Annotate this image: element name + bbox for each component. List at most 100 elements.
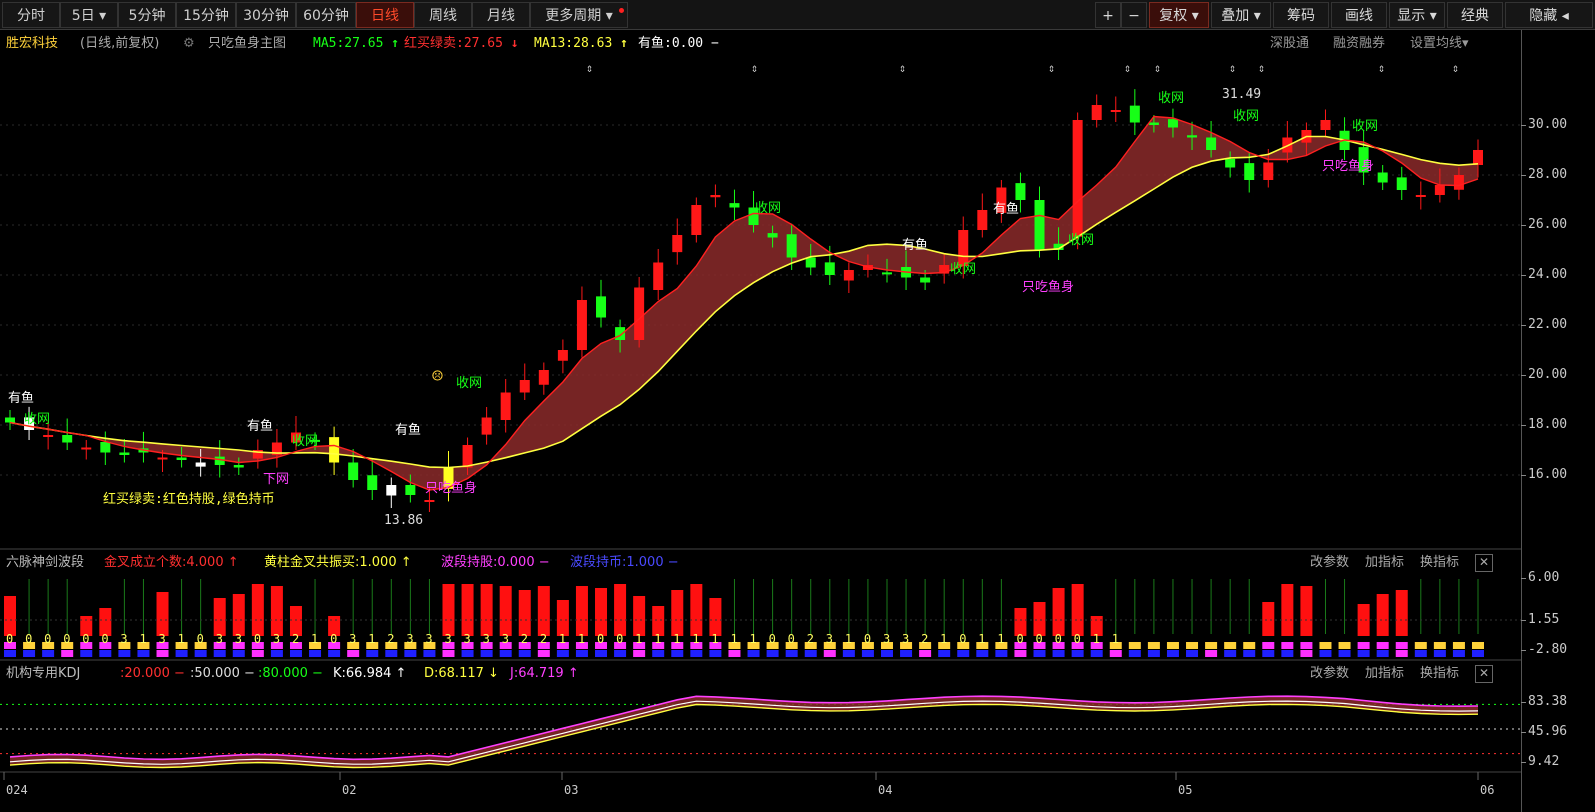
sub1-digit: 3 (159, 632, 166, 646)
candle-body (43, 435, 54, 437)
candle-body (1072, 120, 1083, 237)
sub1-bar (1357, 604, 1370, 636)
ma-band (10, 116, 1478, 490)
candle-body (1148, 122, 1159, 125)
sub1-base (232, 650, 245, 657)
candle-body (1377, 172, 1388, 183)
candle-body (405, 485, 416, 495)
sub1-add-indicator[interactable]: 加指标 (1365, 551, 1404, 575)
label-shouwang: 收网 (950, 262, 976, 277)
time-label: 05 (1178, 783, 1192, 797)
sub1-base (1262, 650, 1275, 657)
sub1-base (385, 650, 398, 657)
sub2-info: 机构专用KDJ :20.000 − :50.000 − :80.000 − K:… (0, 662, 1520, 686)
sub2-add-indicator[interactable]: 加指标 (1365, 662, 1404, 686)
label-shouwang: 收网 (755, 201, 781, 216)
sub1-switch-indicator[interactable]: 换指标 (1420, 551, 1459, 575)
candle-body (462, 445, 473, 468)
time-label: 04 (878, 783, 892, 797)
candle-body (920, 277, 931, 283)
chart-area[interactable]: 有鱼收网 有鱼收网下网红买绿卖:红色持股,绿色持币有鱼收网只吃鱼身收网有鱼收网有鱼… (0, 0, 1521, 812)
sub1-base (1243, 650, 1256, 657)
candle-body (348, 462, 359, 480)
candle-body (805, 257, 816, 268)
sub1-digit: 2 (540, 632, 547, 646)
label-shouwang: 收网 (292, 434, 318, 449)
sub1-digit: 3 (235, 632, 242, 646)
sub1-base (823, 650, 836, 657)
candle-body (576, 300, 587, 350)
candle-body (1167, 119, 1178, 128)
sub1-bar (1395, 590, 1408, 636)
sub1-digit: 3 (216, 632, 223, 646)
sub1-axis-label: -2.80 (1528, 642, 1568, 657)
axis-tick (1521, 125, 1526, 126)
sub1-digit: 2 (921, 632, 928, 646)
sub1-digit: 0 (1074, 632, 1081, 646)
sub2-axis-label: 83.38 (1528, 693, 1568, 709)
sub1-base (575, 650, 588, 657)
face-icon: ☹ (432, 366, 443, 387)
candle-body (157, 457, 168, 460)
candle-body (214, 456, 225, 465)
sub1-base (595, 650, 608, 657)
sub1-axis-label: 6.00 (1528, 570, 1560, 585)
sub1-base (1395, 650, 1408, 657)
sub1-digit: 1 (139, 632, 146, 646)
sub1-digit: 0 (1036, 632, 1043, 646)
candle-body (195, 462, 206, 467)
sub1-change-params[interactable]: 改参数 (1310, 551, 1349, 575)
sub1-digit: 3 (826, 632, 833, 646)
label-zhichi: 只吃鱼身 (425, 480, 477, 496)
label-youyu: 有鱼 (993, 201, 1019, 217)
time-label: 02 (342, 783, 356, 797)
axis-tick (1521, 375, 1526, 376)
sub1-base (480, 650, 493, 657)
sub1-mark (1472, 642, 1484, 649)
sub1-digit: 1 (1112, 632, 1119, 646)
sub1-digit: 0 (197, 632, 204, 646)
marker-icon: ⇕ (899, 61, 906, 75)
sub1-digit: 1 (654, 632, 661, 646)
candle-body (557, 350, 568, 361)
axis-tick (1521, 578, 1526, 579)
sub1-base (633, 650, 646, 657)
label-youyu: 有鱼 (247, 418, 273, 434)
sub1-base (289, 650, 302, 657)
sub1-base (1452, 650, 1465, 657)
sub1-bar (499, 586, 512, 636)
sub1-mark (1262, 642, 1275, 649)
sub1-close-icon[interactable]: ✕ (1475, 554, 1493, 572)
label-legend: 红买绿卖:红色持股,绿色持币 (103, 491, 275, 507)
sub2-title[interactable]: 机构专用KDJ (6, 662, 80, 686)
sub2-close-icon[interactable]: ✕ (1475, 665, 1493, 683)
sub1-axis-label: 1.55 (1528, 612, 1560, 627)
sub1-digit: 3 (902, 632, 909, 646)
price-axis-label: 26.00 (1528, 217, 1568, 232)
axis-tick (1521, 701, 1526, 703)
candle-body (424, 500, 435, 502)
label-shouwang: 收网 (24, 412, 50, 427)
sub1-mark (1147, 642, 1160, 649)
axis-tick (1521, 225, 1526, 226)
sub1-bar (442, 584, 455, 636)
time-label: 024 (6, 783, 28, 797)
sub1-base (1376, 650, 1389, 657)
sub1-digit: 2 (521, 632, 528, 646)
sub1-base (156, 650, 169, 657)
sub1-title[interactable]: 六脉神剑波段 (6, 551, 84, 575)
sub1-digit: 0 (864, 632, 871, 646)
sub2-change-params[interactable]: 改参数 (1310, 662, 1349, 686)
ma5-line (9, 115, 1479, 491)
sub1-base (861, 650, 874, 657)
sub2-switch-indicator[interactable]: 换指标 (1420, 662, 1459, 686)
label-zhichi: 只吃鱼身 (1022, 279, 1074, 295)
sub1-base (1033, 650, 1046, 657)
sub1-mark (1338, 642, 1351, 649)
candle-body (1473, 150, 1483, 165)
sub1-base (747, 650, 760, 657)
sub1-digit: 1 (730, 632, 737, 646)
candle-body (843, 270, 854, 281)
sub1-digit: 0 (1055, 632, 1062, 646)
price-axis-label: 28.00 (1528, 167, 1568, 182)
